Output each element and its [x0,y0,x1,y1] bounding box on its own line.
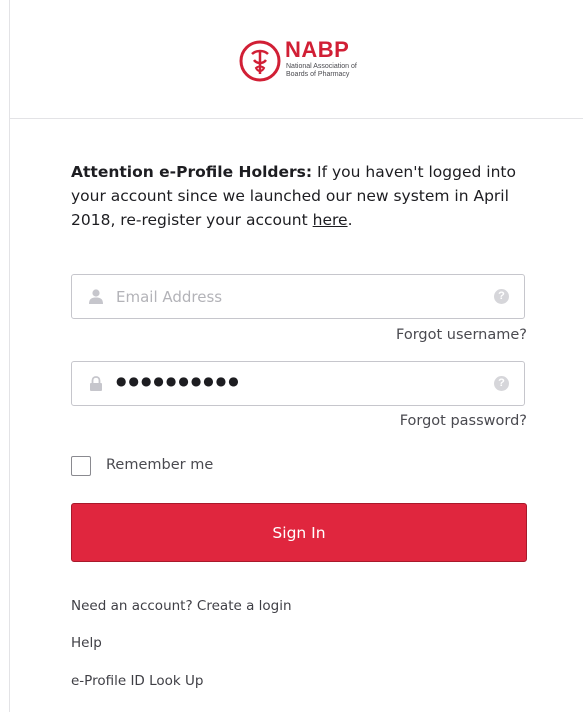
nabp-emblem-icon [239,40,281,82]
help-icon[interactable]: ? [494,289,509,304]
email-input[interactable] [116,275,476,318]
help-icon[interactable]: ? [494,376,509,391]
remember-me-label[interactable]: Remember me [106,457,213,473]
brand-name: NABP [285,37,350,62]
header: NABP National Association of Boards of P… [10,0,583,119]
password-input[interactable]: ●●●●●●●●●● [116,374,241,388]
forgot-password-link[interactable]: Forgot password? [400,413,527,429]
brand-subtitle: National Association of Boards of Pharma… [286,63,357,79]
lock-icon [90,376,102,391]
help-link[interactable]: Help [71,635,102,651]
attention-notice: Attention e-Profile Holders: If you have… [71,160,527,232]
eprofile-lookup-link[interactable]: e-Profile ID Look Up [71,673,203,689]
notice-trailing: . [347,211,353,229]
username-field[interactable]: ? [71,274,525,319]
forgot-username-link[interactable]: Forgot username? [396,327,527,343]
user-icon [89,289,103,304]
create-account-link[interactable]: Need an account? Create a login [71,598,292,614]
nabp-logo: NABP National Association of Boards of P… [239,38,384,86]
password-field[interactable]: ●●●●●●●●●● ? [71,361,525,406]
brand-subtitle-line: National Association of [286,63,357,70]
notice-heading: Attention e-Profile Holders: [71,163,313,181]
notice-block: Attention e-Profile Holders: If you have… [71,160,527,232]
brand-subtitle-line: Boards of Pharmacy [286,71,350,78]
sign-in-button[interactable]: Sign In [71,503,527,562]
reregister-link[interactable]: here [313,211,348,229]
remember-me-checkbox[interactable] [71,456,91,476]
